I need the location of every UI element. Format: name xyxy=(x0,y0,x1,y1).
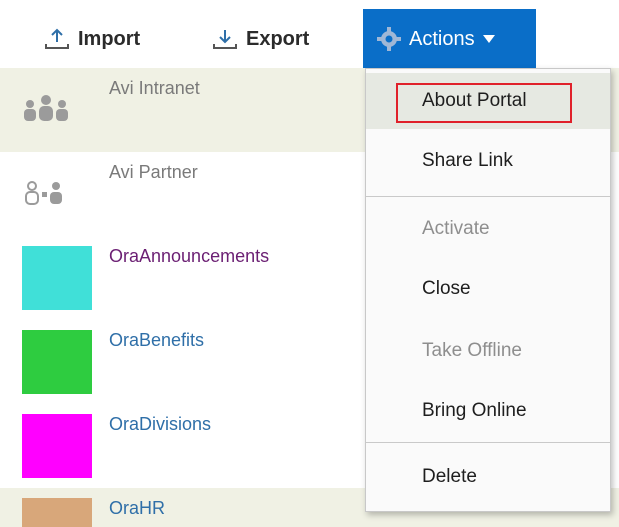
menu-item-close[interactable]: Close xyxy=(366,261,610,317)
export-button[interactable]: Export xyxy=(212,22,309,56)
menu-item-bring-online[interactable]: Bring Online xyxy=(366,383,610,439)
menu-item-label: Close xyxy=(422,278,471,299)
portal-name[interactable]: OraBenefits xyxy=(109,330,204,351)
gear-icon xyxy=(377,27,401,51)
portal-name[interactable]: OraHR xyxy=(109,498,165,519)
caret-down-icon xyxy=(482,35,495,43)
menu-item-label: Activate xyxy=(422,218,490,239)
import-label: Import xyxy=(78,27,141,50)
actions-dropdown-menu: About Portal Share Link Activate Close T… xyxy=(365,68,611,512)
portal-thumbnail xyxy=(22,330,92,394)
menu-separator xyxy=(366,196,610,197)
export-label: Export xyxy=(246,27,310,50)
actions-label: Actions xyxy=(409,27,475,50)
portal-name[interactable]: Avi Intranet xyxy=(109,78,200,99)
menu-item-about-portal[interactable]: About Portal xyxy=(366,73,610,129)
menu-item-activate: Activate xyxy=(366,201,610,257)
import-button[interactable]: Import xyxy=(44,22,140,56)
menu-item-label: Delete xyxy=(422,466,477,487)
menu-item-share-link[interactable]: Share Link xyxy=(366,133,610,189)
portal-name[interactable]: Avi Partner xyxy=(109,162,198,183)
focus-highlight-box xyxy=(396,83,572,123)
partner-people-icon xyxy=(25,181,62,205)
group-people-icon xyxy=(24,95,68,121)
menu-item-label: Bring Online xyxy=(422,400,527,421)
actions-menu-button[interactable]: Actions xyxy=(363,9,536,69)
import-icon xyxy=(45,28,69,49)
portal-name[interactable]: OraAnnouncements xyxy=(109,246,269,267)
menu-separator xyxy=(366,442,610,443)
portal-thumbnail xyxy=(22,246,92,310)
portal-name[interactable]: OraDivisions xyxy=(109,414,211,435)
menu-item-take-offline: Take Offline xyxy=(366,323,610,379)
portal-thumbnail xyxy=(22,498,92,527)
menu-item-label: Share Link xyxy=(422,150,513,171)
menu-item-label: Take Offline xyxy=(422,340,522,361)
toolbar: Import Export Actions xyxy=(0,0,619,69)
export-icon xyxy=(213,30,237,49)
portal-thumbnail xyxy=(22,414,92,478)
menu-item-delete[interactable]: Delete xyxy=(366,449,610,505)
